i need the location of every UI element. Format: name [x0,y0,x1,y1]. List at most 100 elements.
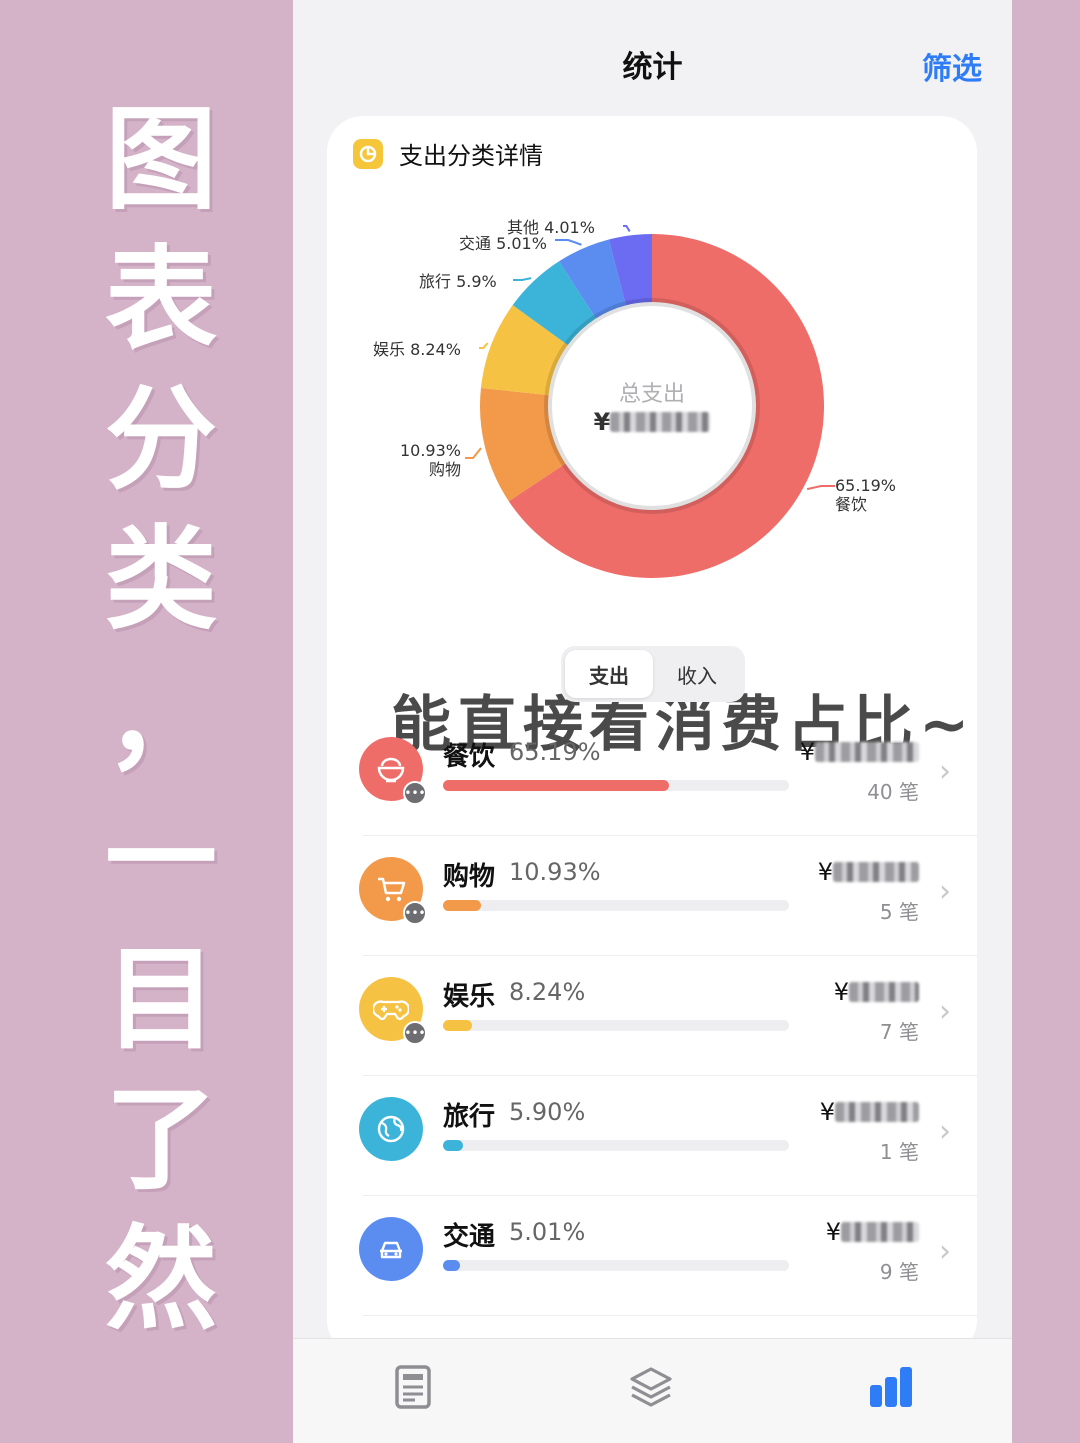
leader-line-交通 [555,239,582,246]
shopping-cart-icon: ••• [359,857,427,925]
tab-ledger[interactable] [389,1363,437,1411]
progress-track [443,780,789,791]
more-badge-icon: ••• [403,901,427,925]
banner-char: ， [105,655,217,785]
category-name: 餐饮 [443,742,496,772]
category-amount: ¥ [818,858,919,886]
transaction-count: 1 笔 [879,1140,919,1164]
category-amount: ¥ [826,1218,919,1246]
category-amount: ¥ [834,978,919,1006]
progress-fill [443,780,669,791]
right-background [1012,0,1080,1443]
chevron-right-icon: › [939,1114,951,1149]
total-label: 总支出 [618,382,685,407]
amount-currency: ¥ [833,978,849,1006]
amount-redacted [815,742,919,762]
leader-line-其他 [623,225,631,232]
tab-bar [293,1338,1012,1443]
chevron-right-icon: › [939,754,951,789]
amount-redacted [849,982,919,1002]
banner-char: 表 [105,235,217,365]
banner-text: 图 表 分 类 ， 一 目 了 然 [96,90,226,1350]
category-name: 旅行 [443,1102,496,1132]
donut-chart: 总支出 ¥ 65.19% 餐饮 10.93% 购物 娱乐 8.24% 旅行 5.… [327,196,977,666]
progress-track [443,900,789,911]
category-percent: 65.19% [509,738,601,766]
category-percent: 5.01% [509,1218,586,1246]
total-amount: ¥ [557,408,747,436]
leader-line-购物 [465,447,482,459]
app-screen: 统计 筛选 支出分类详情 总支出 ¥ 65.19% 餐饮 10.93% 购物 娱… [293,0,1012,1443]
callout-shopping-pct: 10.93% [399,441,461,460]
amount-currency: ¥ [817,858,833,886]
category-row-travel[interactable]: 旅行 5.90% ¥ 1 笔 › [327,1076,977,1196]
category-row-transport[interactable]: 交通 5.01% ¥ 9 笔 › [327,1196,977,1316]
category-row-shopping[interactable]: ••• 购物 10.93% ¥ 5 笔 › [327,836,977,956]
chevron-right-icon: › [939,994,951,1029]
leader-line-娱乐 [479,342,489,349]
rice-bowl-icon: ••• [359,737,427,805]
progress-fill [443,1020,472,1031]
leader-line-旅行 [513,277,532,281]
banner-char: 分 [105,375,217,505]
leader-line-餐饮 [806,485,835,491]
amount-redacted [841,1222,919,1242]
transaction-count: 9 笔 [879,1260,919,1284]
banner-char: 类 [105,515,217,645]
tab-statistics[interactable] [867,1363,915,1411]
category-amount: ¥ [800,738,919,766]
ledger-book-icon [395,1365,431,1409]
filter-button[interactable]: 筛选 [922,44,982,88]
layers-icon [630,1367,672,1407]
page-title: 统计 [622,50,683,85]
banner-char: 目 [105,935,217,1065]
total-value-redacted [610,412,711,432]
progress-track [443,1260,789,1271]
card-header: 支出分类详情 [353,136,543,171]
category-name: 娱乐 [443,982,496,1012]
category-percent: 10.93% [509,858,601,886]
progress-track [443,1020,789,1031]
segment-income[interactable]: 收入 [653,650,741,698]
tab-layers[interactable] [627,1363,675,1411]
callout-dining-pct: 65.19% [835,476,897,495]
banner-char: 图 [105,95,217,225]
callout-other: 其他 4.01% [507,218,595,237]
chevron-right-icon: › [939,874,951,909]
amount-currency: ¥ [799,738,815,766]
callout-dining-name: 餐饮 [835,495,868,514]
category-name: 购物 [443,862,496,892]
category-list: ••• 餐饮 65.19% ¥ 40 笔 › ••• 购物 10.93% ¥ 5… [327,716,977,1316]
category-row-dining[interactable]: ••• 餐饮 65.19% ¥ 40 笔 › [327,716,977,836]
bar-chart-icon [870,1367,912,1407]
pie-chart-icon [353,138,383,169]
banner-char: 一 [105,795,217,925]
progress-fill [443,900,481,911]
banner-char: 然 [105,1215,217,1345]
card-title: 支出分类详情 [399,142,543,170]
callout-dining: 65.19% 餐饮 [835,476,896,514]
banner-char: 了 [105,1075,217,1205]
callout-shopping: 10.93% 购物 [399,441,461,479]
callout-travel: 旅行 5.9% [419,272,497,291]
amount-currency: ¥ [825,1218,841,1246]
amount-redacted [833,862,919,882]
segment-expense[interactable]: 支出 [565,650,653,698]
category-amount: ¥ [820,1098,919,1126]
category-percent: 5.90% [509,1098,586,1126]
car-icon [359,1217,423,1281]
more-badge-icon: ••• [403,781,427,805]
expense-category-card: 支出分类详情 总支出 ¥ 65.19% 餐饮 10.93% 购物 娱乐 8.24… [327,116,977,1356]
chevron-right-icon: › [939,1234,951,1269]
progress-fill [443,1140,464,1151]
progress-track [443,1140,789,1151]
callout-entertainment: 娱乐 8.24% [373,340,461,359]
category-name: 交通 [443,1222,496,1252]
more-badge-icon: ••• [403,1021,427,1045]
gamepad-icon: ••• [359,977,427,1045]
category-row-entertainment[interactable]: ••• 娱乐 8.24% ¥ 7 笔 › [327,956,977,1076]
category-percent: 8.24% [509,978,586,1006]
globe-icon [359,1097,423,1161]
transaction-count: 7 笔 [879,1020,919,1044]
transaction-count: 40 笔 [867,780,919,804]
